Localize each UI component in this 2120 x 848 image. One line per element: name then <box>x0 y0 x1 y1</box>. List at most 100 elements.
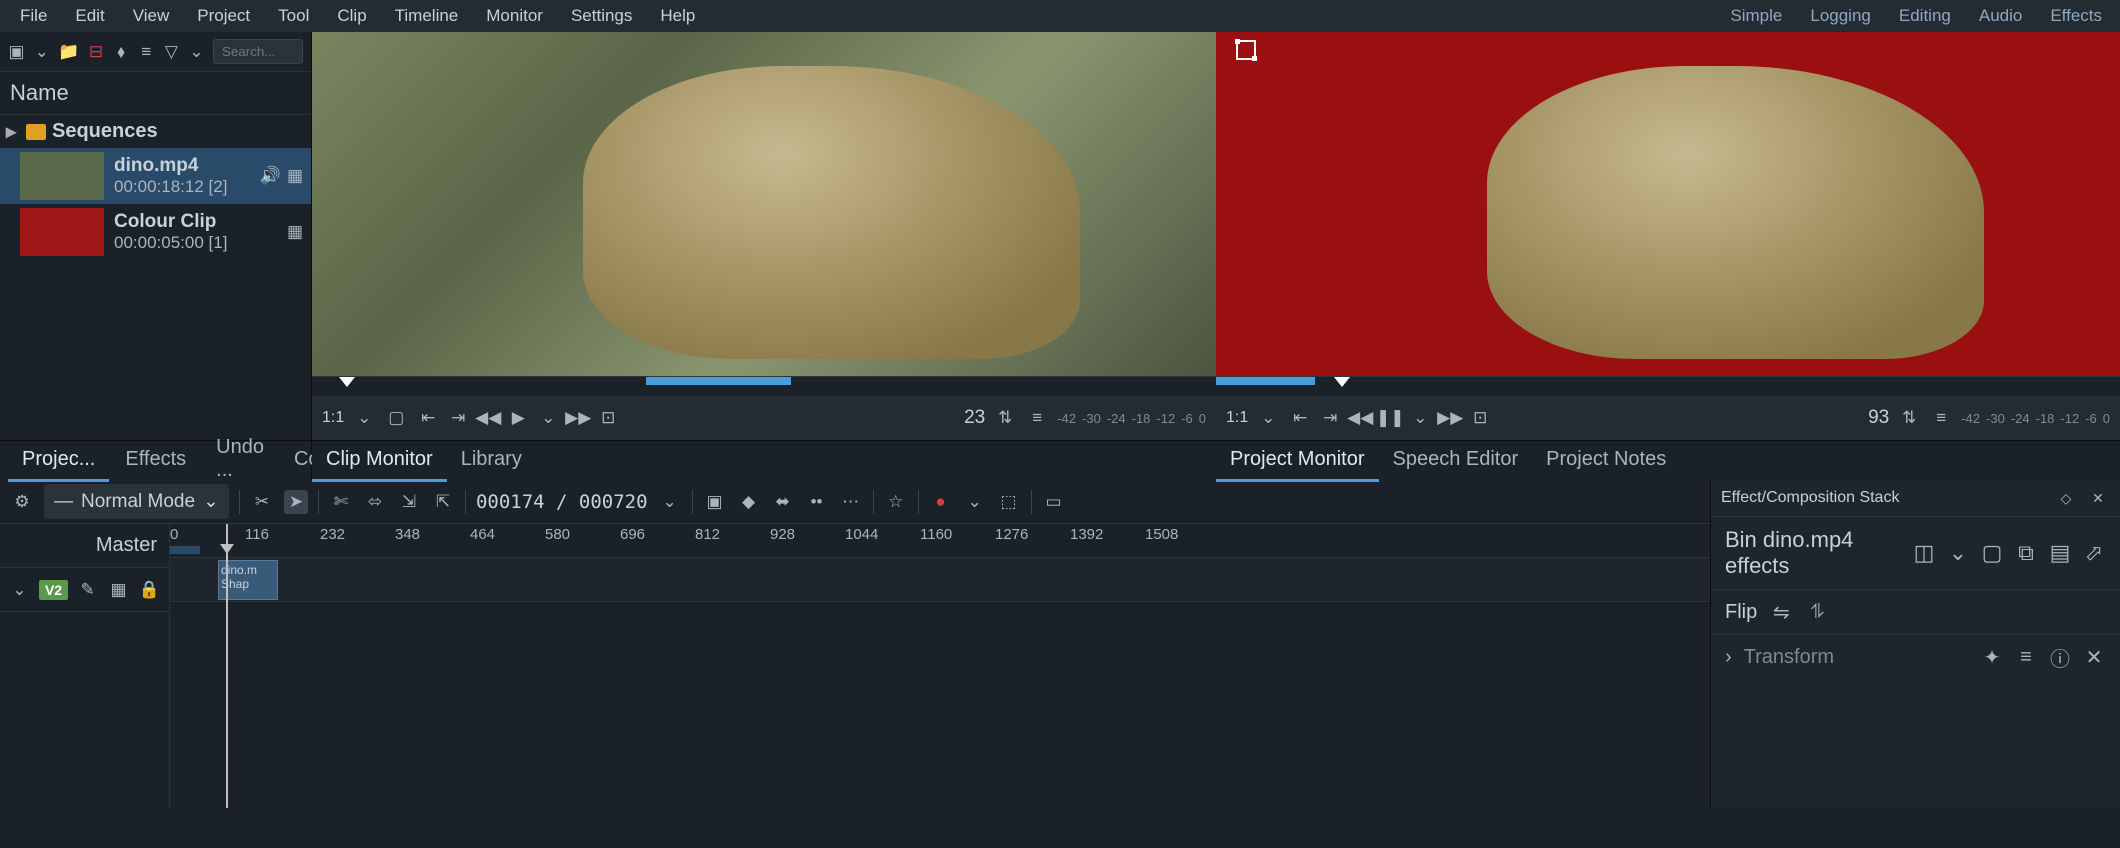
fit-icon[interactable]: ▢ <box>384 406 408 430</box>
flip-v-icon[interactable]: ⥮ <box>1805 600 1829 624</box>
zone2-icon[interactable]: ⋯ <box>839 490 863 514</box>
frame-counter[interactable]: 93 <box>1868 407 1889 429</box>
clip-item-dino[interactable]: dino.mp4 00:00:18:12 [2] 🔊 ▦ <box>0 148 311 204</box>
filter-icon[interactable]: ▽ <box>163 40 180 64</box>
chevron-down-icon[interactable]: ⌄ <box>352 406 376 430</box>
spacer-icon[interactable]: ⬄ <box>363 490 387 514</box>
menu-icon[interactable]: ≡ <box>1929 406 1953 430</box>
pause-icon[interactable]: ❚❚ <box>1378 406 1402 430</box>
sequences-folder[interactable]: ▸ Sequences <box>0 115 311 148</box>
tab-undo[interactable]: Undo ... <box>202 428 278 493</box>
chevron-down-icon[interactable]: ⌄ <box>8 578 31 602</box>
rewind-icon[interactable]: ◀◀ <box>476 406 500 430</box>
subtitle-icon[interactable]: ▭ <box>1042 490 1066 514</box>
effect-transform[interactable]: › Transform ✦ ≡ ⓘ ✕ <box>1711 634 2120 679</box>
menu-monitor[interactable]: Monitor <box>474 0 555 32</box>
project-monitor-viewport[interactable] <box>1216 32 2120 376</box>
zone-in-icon[interactable]: ⇤ <box>416 406 440 430</box>
timeline-timecode[interactable]: 000174 / 000720 <box>476 491 648 513</box>
tab-project-notes[interactable]: Project Notes <box>1532 440 1680 482</box>
cut-icon[interactable]: ✄ <box>329 490 353 514</box>
menu-edit[interactable]: Edit <box>63 0 116 32</box>
tab-project-monitor[interactable]: Project Monitor <box>1216 440 1379 482</box>
timeline-tracks[interactable]: 0 116 232 348 464 580 696 812 928 1044 1… <box>170 524 1710 808</box>
master-track[interactable]: Master <box>0 524 169 568</box>
overwrite-icon[interactable]: ⇱ <box>431 490 455 514</box>
project-monitor-ruler[interactable] <box>1216 376 2120 396</box>
compare-icon[interactable]: ◫ <box>1912 541 1936 565</box>
lock-icon[interactable]: 🔒 <box>138 578 161 602</box>
menu-icon[interactable]: ≡ <box>1025 406 1049 430</box>
clip-monitor-ruler[interactable] <box>312 376 1216 396</box>
tool-select-icon[interactable]: ✂ <box>250 490 274 514</box>
marker-icon[interactable]: ▣ <box>703 490 727 514</box>
crop-icon[interactable]: ⊡ <box>596 406 620 430</box>
chevron-down-icon[interactable]: ⌄ <box>1946 541 1970 565</box>
zoom-ratio[interactable]: 1:1 <box>1226 409 1248 427</box>
menu-view[interactable]: View <box>121 0 182 32</box>
delete-icon[interactable]: ⊟ <box>87 40 104 64</box>
menu-help[interactable]: Help <box>648 0 707 32</box>
tab-library[interactable]: Library <box>447 440 536 482</box>
menu-project[interactable]: Project <box>185 0 262 32</box>
zoom-ratio[interactable]: 1:1 <box>322 409 344 427</box>
record-icon[interactable]: ● <box>929 490 953 514</box>
workspace-simple[interactable]: Simple <box>1720 0 1792 32</box>
menu-file[interactable]: File <box>8 0 59 32</box>
bin-column-header[interactable]: Name <box>0 72 311 115</box>
track-v2[interactable]: dino.m Shap <box>170 558 1710 602</box>
insert-icon[interactable]: ⇲ <box>397 490 421 514</box>
chevron-down-icon[interactable]: ⌄ <box>1408 406 1432 430</box>
rewind-icon[interactable]: ◀◀ <box>1348 406 1372 430</box>
info-icon[interactable]: ⓘ <box>2048 645 2072 669</box>
forward-icon[interactable]: ▶▶ <box>566 406 590 430</box>
keyframe-icon[interactable]: ✦ <box>1980 645 2004 669</box>
chevron-down-icon[interactable]: ⌄ <box>536 406 560 430</box>
zone-out-icon[interactable]: ⇥ <box>1318 406 1342 430</box>
workspace-effects[interactable]: Effects <box>2040 0 2112 32</box>
frame-counter[interactable]: 23 <box>964 407 985 429</box>
spinner-icon[interactable]: ⇅ <box>993 406 1017 430</box>
workspace-editing[interactable]: Editing <box>1889 0 1961 32</box>
tab-effects[interactable]: Effects <box>111 440 200 482</box>
menu-icon[interactable]: ≡ <box>2014 645 2038 669</box>
square-icon[interactable]: ▢ <box>1980 541 2004 565</box>
clip-item-colour[interactable]: Colour Clip 00:00:05:00 [1] ▦ <box>0 204 311 260</box>
track-header-v2[interactable]: ⌄ V2 ✎ ▦ 🔒 <box>0 568 169 612</box>
paste-icon[interactable]: ▤ <box>2048 541 2072 565</box>
mixer-icon[interactable]: ⬚ <box>997 490 1021 514</box>
search-input[interactable] <box>213 39 303 64</box>
tool-pointer-icon[interactable]: ➤ <box>284 490 308 514</box>
chevron-down-icon[interactable]: ⌄ <box>33 40 50 64</box>
play-icon[interactable]: ▶ <box>506 406 530 430</box>
chevron-down-icon[interactable]: ⌄ <box>1256 406 1280 430</box>
menu-settings[interactable]: Settings <box>559 0 644 32</box>
zone-icon[interactable]: •• <box>805 490 829 514</box>
forward-icon[interactable]: ▶▶ <box>1438 406 1462 430</box>
flip-h-icon[interactable]: ⇋ <box>1769 600 1793 624</box>
guide-icon[interactable]: ◆ <box>737 490 761 514</box>
copy-icon[interactable]: ⧉ <box>2014 541 2038 565</box>
timeline-ruler[interactable]: 0 116 232 348 464 580 696 812 928 1044 1… <box>170 524 1710 558</box>
undock-icon[interactable]: ◇ <box>2054 486 2078 510</box>
chevron-down-icon[interactable]: ⌄ <box>188 40 205 64</box>
spinner-icon[interactable]: ⇅ <box>1897 406 1921 430</box>
tab-clip-monitor[interactable]: Clip Monitor <box>312 440 447 482</box>
add-clip-icon[interactable]: ▣ <box>8 40 25 64</box>
close-icon[interactable]: ✕ <box>2082 645 2106 669</box>
tag-icon[interactable]: ⬧ <box>113 40 130 64</box>
transform-handle[interactable] <box>1236 40 1256 60</box>
menu-tool[interactable]: Tool <box>266 0 321 32</box>
chevron-down-icon[interactable]: ⌄ <box>658 490 682 514</box>
list-icon[interactable]: ≡ <box>138 40 155 64</box>
workspace-logging[interactable]: Logging <box>1800 0 1881 32</box>
clip-monitor-viewport[interactable] <box>312 32 1216 376</box>
link-icon[interactable]: ⬀ <box>2082 541 2106 565</box>
tab-project-bin[interactable]: Projec... <box>8 440 109 482</box>
effect-icon[interactable]: ✎ <box>76 578 99 602</box>
favorite-icon[interactable]: ☆ <box>884 490 908 514</box>
mute-icon[interactable]: ▦ <box>107 578 130 602</box>
folder-icon[interactable]: 📁 <box>58 40 79 64</box>
zone-out-icon[interactable]: ⇥ <box>446 406 470 430</box>
close-icon[interactable]: ✕ <box>2086 486 2110 510</box>
